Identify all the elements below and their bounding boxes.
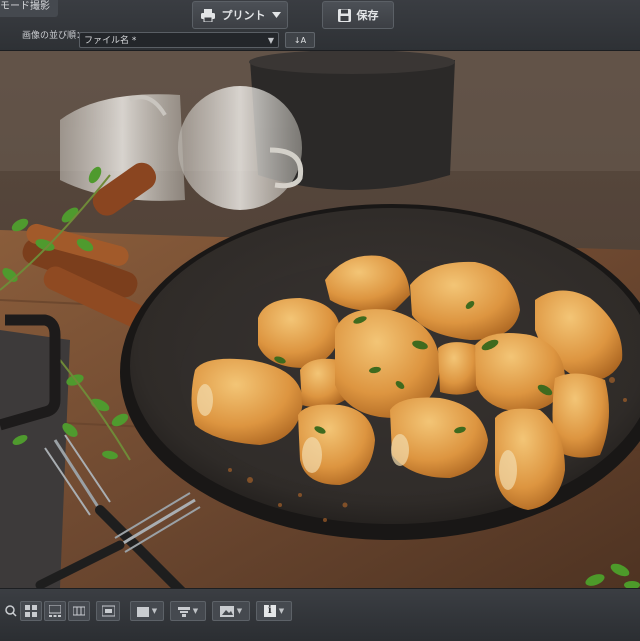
filmstrip-view-button[interactable] — [68, 601, 90, 621]
display-mode-icon — [136, 602, 149, 621]
filter-dropdown[interactable]: ▼ — [170, 601, 206, 621]
sort-direction-button[interactable]: ↓A — [285, 32, 315, 48]
bottom-toolbar: ▼ ▼ ▼ i ▼ — [0, 588, 640, 641]
sort-order-value: ファイル名 * — [84, 36, 137, 46]
chevron-down-icon: ▼ — [278, 607, 285, 615]
mode-tab[interactable]: モード撮影 — [0, 0, 58, 17]
compare-view-button[interactable] — [96, 601, 120, 621]
save-button[interactable]: 保存 — [322, 1, 394, 29]
zoom-icon[interactable] — [4, 601, 18, 621]
floppy-disk-icon — [337, 8, 351, 22]
display-mode-dropdown[interactable]: ▼ — [130, 601, 164, 621]
info-dropdown[interactable]: i ▼ — [256, 601, 292, 621]
thumbnail-view-button[interactable] — [44, 601, 66, 621]
chevron-down-icon — [271, 11, 281, 19]
top-toolbar: モード撮影 プリント 保存 画像の並び順： ファイル名 * ▼ ↓A — [0, 0, 640, 51]
chevron-down-icon: ▼ — [192, 607, 199, 615]
photo-preview — [0, 51, 640, 588]
printer-icon — [200, 8, 216, 22]
image-edit-icon — [219, 602, 234, 621]
mode-tab-label: モード撮影 — [0, 1, 50, 12]
grid-icon — [25, 602, 37, 621]
sort-order-label: 画像の並び順： — [22, 31, 86, 41]
edit-dropdown[interactable]: ▼ — [212, 601, 250, 621]
filter-icon — [177, 602, 190, 621]
chevron-down-icon: ▼ — [151, 607, 158, 615]
save-button-label: 保存 — [356, 9, 379, 22]
compare-icon — [101, 602, 115, 621]
sort-order-select[interactable]: ファイル名 * ▼ — [79, 32, 279, 48]
thumbnail-icon — [48, 602, 62, 621]
print-button-label: プリント — [221, 9, 266, 22]
info-icon: i — [263, 605, 276, 617]
grid-view-button[interactable] — [20, 601, 42, 621]
sort-ascending-icon: ↓A — [293, 36, 307, 45]
chevron-down-icon: ▼ — [236, 607, 243, 615]
dropdown-caret-icon: ▼ — [267, 36, 274, 45]
filmstrip-icon — [72, 602, 86, 621]
print-button[interactable]: プリント — [192, 1, 288, 29]
